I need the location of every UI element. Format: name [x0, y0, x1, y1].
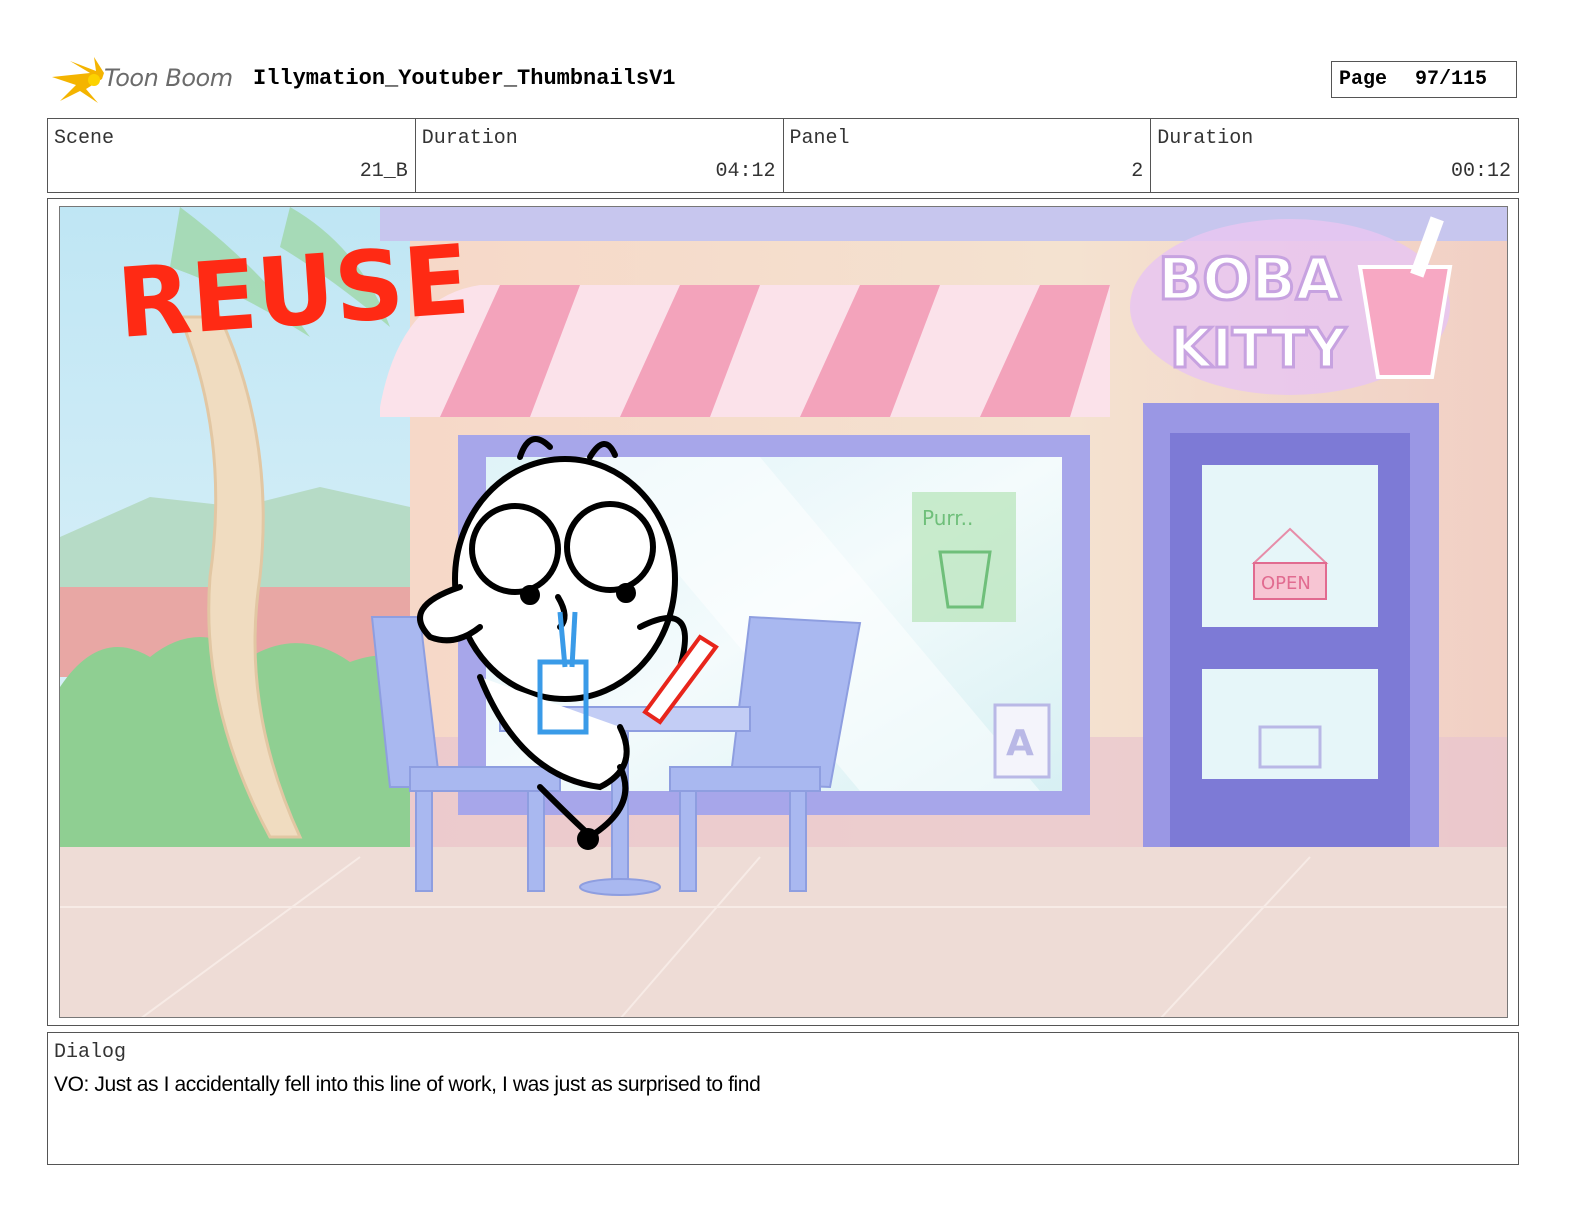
dialog-text: VO: Just as I accidentally fell into thi…: [54, 1073, 761, 1096]
panel-duration-value: 00:12: [1450, 160, 1511, 183]
purr-poster: Purr..: [912, 492, 1016, 622]
page-label: Page: [1339, 68, 1388, 91]
svg-text:OPEN: OPEN: [1261, 573, 1311, 594]
svg-text:A: A: [1006, 723, 1034, 764]
logo-text: Toon Boom: [104, 64, 233, 92]
panel-label: Panel: [789, 127, 850, 150]
panel-value: 2: [1131, 160, 1144, 183]
storyboard-panel-image: Purr.. A OPEN BOBA KITTY REUSE: [59, 206, 1508, 1018]
scene-label: Scene: [54, 127, 115, 150]
sidewalk: [60, 847, 1507, 1017]
scene-duration-label: Duration: [421, 127, 518, 150]
panel-duration-label: Duration: [1157, 127, 1254, 150]
document-title: Illymation_Youtuber_ThumbnailsV1: [253, 66, 676, 91]
striped-awning: [380, 285, 1110, 417]
panel-duration-cell: Duration 00:12: [1151, 119, 1518, 192]
svg-text:BOBA: BOBA: [1158, 245, 1341, 313]
dialog-box: Dialog VO: Just as I accidentally fell i…: [47, 1032, 1519, 1165]
page-number: 97/115: [1415, 68, 1488, 91]
page-indicator: Page 97/115: [1331, 61, 1517, 98]
scene-value: 21_B: [359, 160, 408, 183]
scene-duration-value: 04:12: [715, 160, 776, 183]
scene-duration-cell: Duration 04:12: [416, 119, 784, 192]
scene-info-table: Scene 21_B Duration 04:12 Panel 2 Durati…: [47, 118, 1519, 193]
shop-door: OPEN: [1143, 403, 1439, 871]
scene-cell: Scene 21_B: [48, 119, 416, 192]
boba-shop-scene: Purr.. A OPEN BOBA KITTY REUSE: [60, 207, 1507, 1017]
svg-text:KITTY: KITTY: [1170, 317, 1347, 380]
svg-text:Purr..: Purr..: [922, 506, 973, 530]
panel-cell: Panel 2: [784, 119, 1152, 192]
dialog-label: Dialog: [54, 1041, 127, 1064]
